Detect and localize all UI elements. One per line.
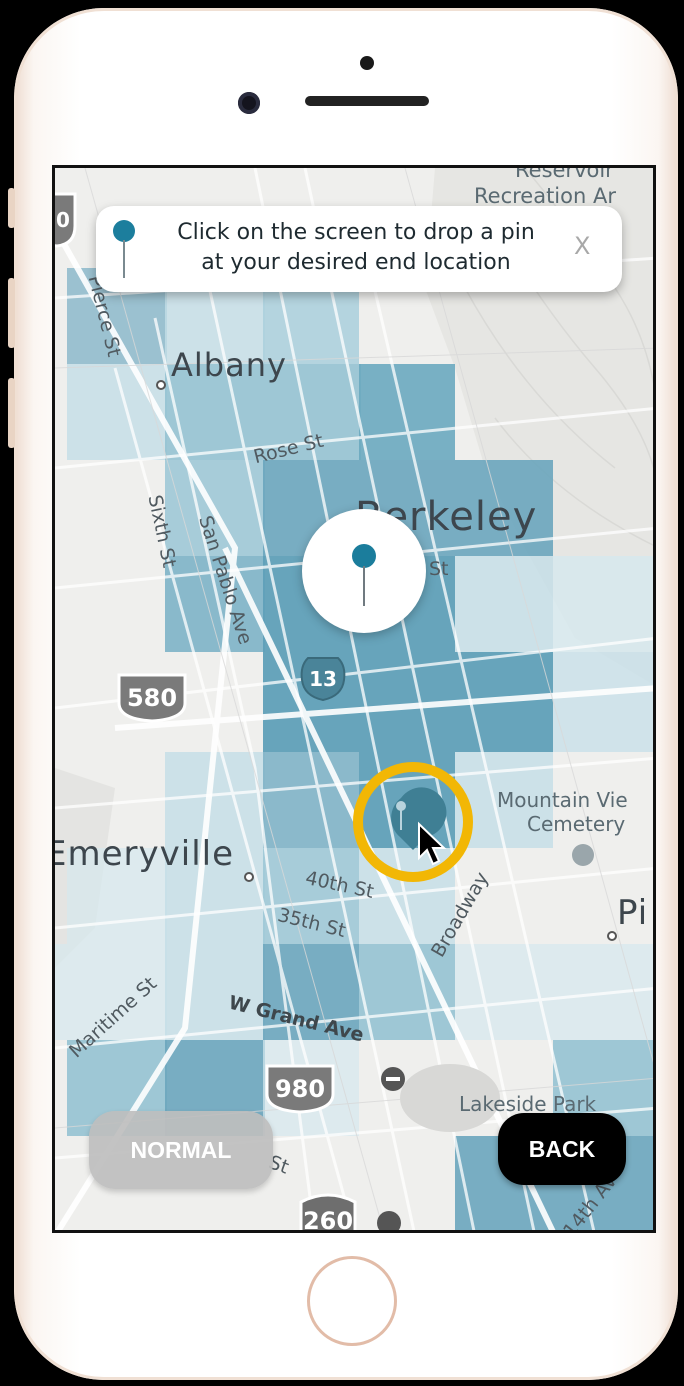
volume-down-button [8, 378, 15, 448]
street-label-fragment: St [429, 558, 449, 580]
shield-260-number: 260 [302, 1207, 354, 1233]
center-pin-stem [363, 566, 365, 606]
state-route-13-shield: 13 [298, 656, 348, 702]
top-left-shield: 0 [55, 192, 77, 248]
back-button[interactable]: BACK [498, 1113, 626, 1185]
proximity-sensor [360, 56, 374, 70]
close-button[interactable]: X [574, 232, 590, 260]
map-screen[interactable]: Reservoir Recreation Ar Albany Berkeley … [52, 165, 656, 1233]
normal-mode-button[interactable]: NORMAL [89, 1111, 273, 1189]
route-260-shield: 260 [295, 1192, 361, 1233]
reservoir-label-line2: Recreation Ar [474, 184, 616, 208]
instruction-line-1: Click on the screen to drop a pin [177, 220, 535, 245]
front-camera [238, 92, 260, 114]
interstate-980-shield: 980 [263, 1064, 337, 1114]
pin-icon [113, 220, 135, 242]
instruction-text: Click on the screen to drop a pin at you… [151, 218, 561, 278]
earpiece-speaker [305, 96, 429, 106]
city-label-emeryville: Emeryville [52, 834, 234, 874]
reservoir-label-line1: Reservoir [515, 165, 614, 182]
instruction-banner: Click on the screen to drop a pin at you… [96, 206, 622, 292]
cemetery-label-line1: Mountain Vie [497, 788, 628, 812]
city-label-albany: Albany [171, 346, 287, 384]
shield-13-number: 13 [309, 667, 337, 691]
city-label-piedmont: Pi [617, 893, 649, 933]
center-pin-head-icon [352, 544, 376, 568]
mute-switch [8, 188, 15, 228]
shield-980-number: 980 [274, 1075, 326, 1103]
instruction-line-2: at your desired end location [201, 250, 511, 275]
shield-top-left-number: 0 [56, 208, 70, 232]
dropped-pin-highlight[interactable] [349, 758, 479, 888]
cemetery-label-line2: Cemetery [527, 812, 626, 836]
shield-580-number: 580 [126, 684, 178, 712]
center-pin-marker[interactable] [302, 509, 426, 633]
interstate-580-shield: 580 [115, 673, 189, 723]
pin-icon-stem [123, 240, 125, 278]
home-button[interactable] [307, 1256, 397, 1346]
volume-up-button [8, 278, 15, 348]
